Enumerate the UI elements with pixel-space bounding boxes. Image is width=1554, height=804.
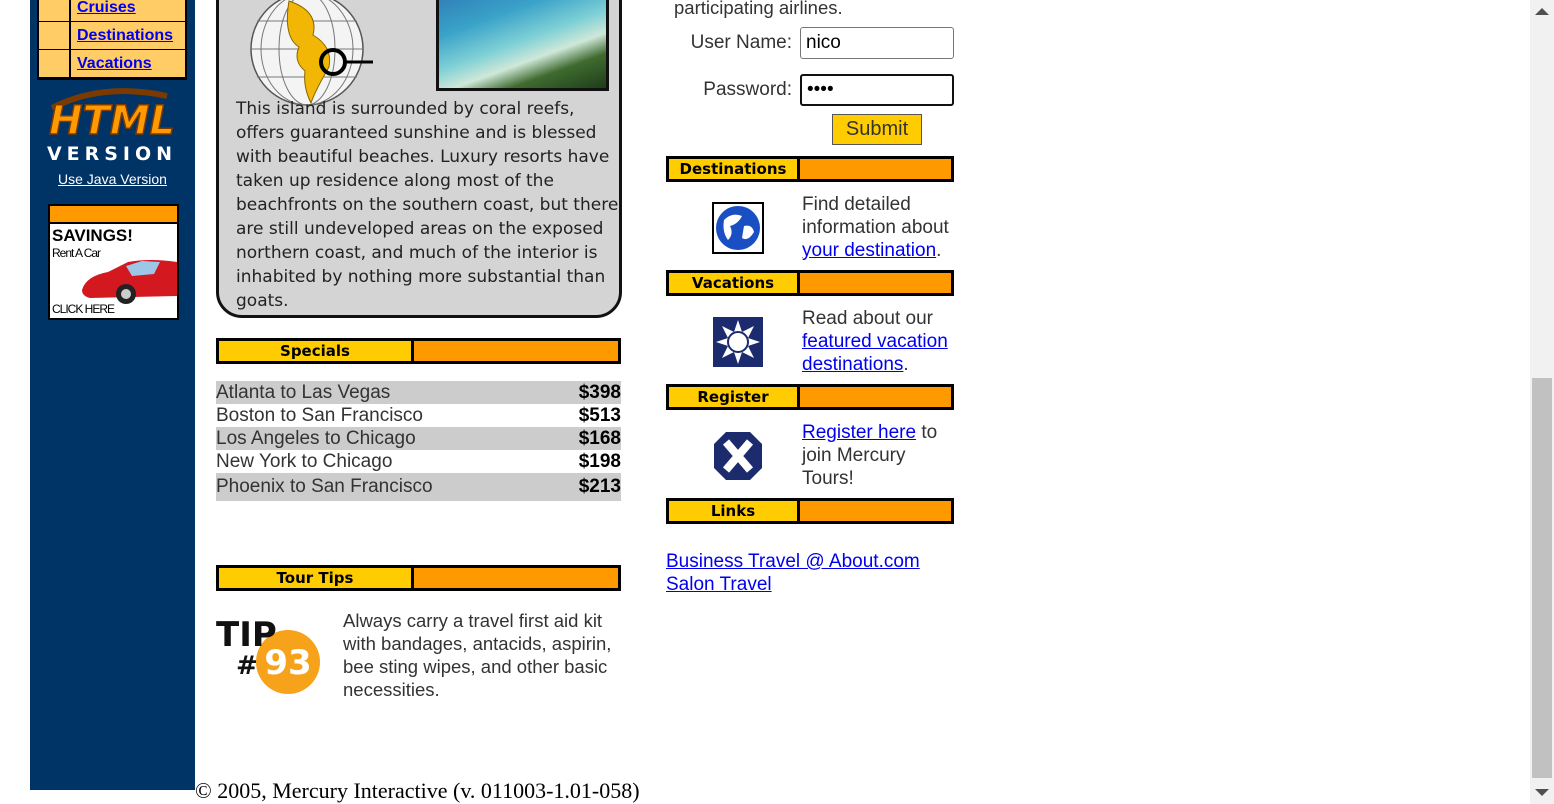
- destinations-title: Destinations: [669, 159, 800, 179]
- use-java-version-link[interactable]: Use Java Version: [30, 171, 195, 187]
- tour-tip-text: Always carry a travel first aid kit with…: [343, 610, 612, 700]
- vacations-title: Vacations: [669, 273, 800, 293]
- destinations-text: Find detailed information about your des…: [802, 194, 949, 261]
- register-text: Register here to join Mercury Tours!: [802, 422, 938, 489]
- username-label: User Name:: [690, 32, 792, 53]
- featured-vacation-link[interactable]: featured vacation destinations: [802, 331, 948, 375]
- tip-icon: TIP # 93: [216, 615, 320, 694]
- tour-tips-title: Tour Tips: [219, 568, 414, 588]
- scrollbar-thumb[interactable]: [1532, 378, 1552, 778]
- scroll-up-arrow-icon[interactable]: [1535, 8, 1549, 15]
- airlines-partial-text: participating airlines.: [674, 0, 843, 18]
- tour-tips-header: Tour Tips: [216, 565, 621, 591]
- vacations-header: Vacations: [666, 270, 954, 296]
- your-destination-link[interactable]: your destination: [802, 240, 936, 261]
- nav-item-destinations: Destinations: [39, 22, 185, 49]
- nav-bullet: [39, 0, 69, 21]
- sun-vacation-icon: [713, 317, 763, 367]
- links-title: Links: [669, 501, 800, 521]
- salon-travel-link[interactable]: Salon Travel: [666, 574, 772, 595]
- globe-icon: [250, 0, 373, 106]
- nav-item-vacations: Vacations: [39, 50, 185, 77]
- password-label: Password:: [703, 79, 792, 100]
- copyright-footer: © 2005, Mercury Interactive (v. 011003-1…: [195, 778, 640, 803]
- specials-table: Atlanta to Las Vegas $398 Boston to San F…: [216, 381, 621, 501]
- scroll-down-arrow-icon[interactable]: [1535, 789, 1549, 796]
- table-row: Phoenix to San Francisco $213: [216, 473, 621, 501]
- table-row: New York to Chicago $198: [216, 450, 621, 472]
- rent-a-car-ad[interactable]: SAVINGS! Rent A Car CLICK HERE: [48, 204, 179, 320]
- left-sidebar: Cruises Destinations Vacations HTML VERS…: [30, 0, 195, 790]
- specials-header: Specials: [216, 338, 621, 364]
- submit-button[interactable]: Submit: [832, 114, 922, 145]
- beach-photo: [436, 0, 609, 91]
- island-description: This island is surrounded by coral reefs…: [236, 99, 619, 311]
- register-header: Register: [666, 384, 954, 410]
- globe-destination-icon: [712, 202, 764, 254]
- password-input[interactable]: [800, 74, 954, 106]
- html-version-logo: HTML VERSION: [47, 88, 177, 164]
- logo-html-text: HTML: [49, 98, 175, 144]
- register-title: Register: [669, 387, 800, 407]
- nav-item-cruises: Cruises: [39, 0, 185, 21]
- nav-link-vacations[interactable]: Vacations: [77, 55, 152, 72]
- nav-bullet: [39, 22, 69, 49]
- destinations-header: Destinations: [666, 156, 954, 182]
- specials-title: Specials: [219, 341, 414, 361]
- destination-feature-box: This island is surrounded by coral reefs…: [216, 0, 622, 318]
- svg-text:#: #: [236, 651, 258, 681]
- ad-savings-text: SAVINGS!: [52, 226, 133, 245]
- nav-menu: Cruises Destinations Vacations: [37, 0, 187, 80]
- ad-click-here-text: CLICK HERE: [52, 302, 115, 316]
- links-header: Links: [666, 498, 954, 524]
- svg-text:93: 93: [264, 643, 311, 683]
- logo-version-text: VERSION: [47, 143, 177, 164]
- table-row: Boston to San Francisco $513: [216, 404, 621, 426]
- table-row: Los Angeles to Chicago $168: [216, 427, 621, 450]
- external-links: Business Travel @ About.com Salon Travel: [666, 550, 920, 596]
- table-row: Atlanta to Las Vegas $398: [216, 381, 621, 404]
- nav-link-destinations[interactable]: Destinations: [77, 27, 173, 44]
- vertical-scrollbar[interactable]: [1530, 0, 1554, 804]
- register-here-link[interactable]: Register here: [802, 422, 916, 443]
- username-input[interactable]: [800, 27, 954, 59]
- nav-bullet: [39, 50, 69, 77]
- vacations-text: Read about our featured vacation destina…: [802, 308, 948, 375]
- nav-link-cruises[interactable]: Cruises: [77, 0, 136, 16]
- register-x-icon: [714, 432, 762, 480]
- red-car-icon: [82, 260, 177, 304]
- business-travel-link[interactable]: Business Travel @ About.com: [666, 551, 920, 572]
